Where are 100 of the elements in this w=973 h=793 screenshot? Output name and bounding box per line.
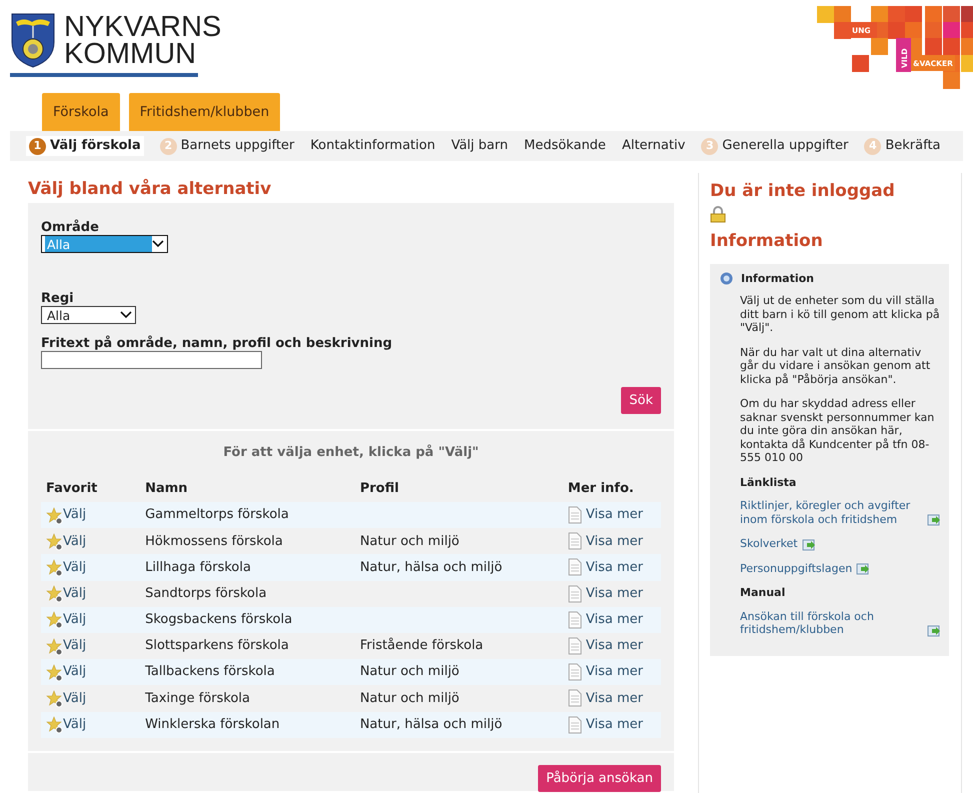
external-link[interactable]: Skolverket bbox=[740, 537, 798, 551]
info-paragraph: När du har valt ut dina alternativ går du vidare i ansökan genom att klicka på "Påbörja ansökan". bbox=[740, 346, 932, 386]
text-field[interactable] bbox=[41, 350, 262, 368]
column-header: Mer info. bbox=[568, 480, 634, 498]
search-button[interactable]: Sök bbox=[621, 386, 661, 414]
external-link[interactable]: Ansökan till förskola och fritidshem/klubben bbox=[740, 610, 920, 637]
section-title: Välj bland våra alternativ bbox=[27, 178, 272, 201]
document-icon bbox=[568, 689, 582, 708]
name-cell-text: Skogsbackens förskola bbox=[145, 611, 292, 630]
hint-text: För att välja enhet, klicka på "Välj" bbox=[222, 444, 480, 462]
step-number: 2 bbox=[160, 138, 177, 154]
profile-cell-text: Natur och miljö bbox=[360, 532, 460, 551]
step-tab[interactable]: 3 Generella uppgifter bbox=[701, 136, 848, 156]
name-cell-text: Taxinge förskola bbox=[145, 690, 250, 708]
step-tab[interactable]: Medsökande bbox=[524, 136, 606, 156]
external-link-icon bbox=[927, 514, 941, 526]
more-info-link[interactable]: Visa mer bbox=[586, 584, 644, 604]
login-status: Du är inte inloggad bbox=[710, 180, 896, 203]
column-header: Favorit bbox=[46, 480, 98, 498]
tab[interactable]: Fritidshem/klubben bbox=[128, 93, 280, 131]
star-icon bbox=[46, 585, 63, 602]
document-icon bbox=[568, 506, 582, 524]
more-info-link[interactable]: Visa mer bbox=[586, 688, 644, 708]
choose-link[interactable]: Välj bbox=[63, 532, 86, 552]
more-info-link[interactable]: Visa mer bbox=[586, 714, 644, 734]
choose-link[interactable]: Välj bbox=[63, 584, 86, 604]
column-header: Profil bbox=[360, 480, 399, 498]
step-tab[interactable]: Alternativ bbox=[622, 136, 686, 156]
step-tab[interactable]: 1 Välj förskola bbox=[26, 136, 144, 156]
choose-link[interactable]: Välj bbox=[63, 688, 86, 708]
name-cell-text: Winklerska förskolan bbox=[145, 716, 280, 734]
more-info-link[interactable]: Visa mer bbox=[586, 558, 644, 578]
document-icon bbox=[568, 558, 582, 576]
step-number: 1 bbox=[29, 138, 46, 154]
name-cell-text: Hökmossens förskola bbox=[145, 532, 283, 551]
profile-cell-text: Natur och miljö bbox=[360, 663, 460, 682]
choose-link[interactable]: Välj bbox=[63, 610, 86, 630]
star-icon bbox=[46, 506, 63, 524]
star-icon bbox=[46, 690, 63, 707]
step-number: 3 bbox=[701, 138, 718, 154]
info-paragraph: Välj ut de enheter som du vill ställa ditt barn i kö till genom att klicka på "Välj". bbox=[740, 294, 941, 335]
name-cell-text: Lillhaga förskola bbox=[145, 558, 251, 577]
start-application-button[interactable]: Påbörja ansökan bbox=[538, 764, 661, 792]
name-cell-text: Sandtorps förskola bbox=[145, 584, 267, 603]
profile-cell-text: Natur, hälsa och miljö bbox=[360, 716, 502, 734]
chevron-down-icon bbox=[120, 310, 132, 318]
help-icon bbox=[720, 272, 733, 285]
choose-link[interactable]: Välj bbox=[63, 558, 86, 578]
section-heading: Information bbox=[710, 230, 824, 254]
name-cell-text: Slottsparkens förskola bbox=[145, 637, 289, 656]
choose-link[interactable]: Välj bbox=[63, 662, 86, 682]
external-link-icon bbox=[802, 538, 816, 551]
name-cell-text: Gammeltorps förskola bbox=[145, 506, 289, 524]
more-info-link[interactable]: Visa mer bbox=[586, 636, 644, 656]
more-info-link[interactable]: Visa mer bbox=[586, 662, 644, 682]
field-label: Område bbox=[41, 220, 100, 234]
step-tab[interactable]: Välj barn bbox=[451, 136, 508, 156]
document-icon bbox=[568, 610, 582, 629]
star-icon bbox=[46, 532, 63, 550]
document-icon bbox=[568, 716, 582, 734]
field-label: Fritext på område, namn, profil och beskrivning bbox=[41, 336, 394, 350]
document-icon bbox=[568, 663, 582, 682]
dropdown[interactable]: Alla bbox=[41, 306, 136, 324]
choose-link[interactable]: Välj bbox=[63, 714, 86, 734]
box-title: Information bbox=[741, 272, 814, 286]
star-icon bbox=[46, 558, 63, 576]
external-link-icon bbox=[856, 563, 870, 576]
list-heading: Länklista bbox=[740, 476, 798, 490]
more-info-link[interactable]: Visa mer bbox=[586, 532, 644, 552]
logo-text: NYKVARNS bbox=[64, 14, 222, 41]
tab[interactable]: Förskola bbox=[42, 93, 120, 131]
star-icon bbox=[46, 611, 63, 628]
external-link-icon bbox=[927, 624, 941, 637]
coat-of-arms-icon bbox=[10, 12, 56, 68]
step-number: 4 bbox=[864, 138, 882, 154]
step-tab[interactable]: 4 Bekräfta bbox=[864, 136, 941, 156]
choose-link[interactable]: Välj bbox=[63, 505, 86, 525]
choose-link[interactable]: Välj bbox=[63, 636, 86, 656]
more-info-link[interactable]: Visa mer bbox=[586, 610, 644, 630]
document-icon bbox=[568, 584, 582, 603]
logo-text: KOMMUN bbox=[64, 41, 198, 68]
chevron-down-icon bbox=[152, 240, 164, 248]
lock-icon bbox=[710, 206, 726, 223]
list-heading: Manual bbox=[740, 586, 786, 600]
profile-cell-text: Natur, hälsa och miljö bbox=[360, 558, 502, 577]
step-tab[interactable]: Kontaktinformation bbox=[310, 136, 436, 156]
more-info-link[interactable]: Visa mer bbox=[586, 505, 644, 525]
document-icon bbox=[568, 637, 582, 656]
info-paragraph: Om du har skyddad adress eller saknar svenskt personnummer kan du inte göra din ansökan här, kontakta då Kundcenter på tfn 08-555 010 00 bbox=[740, 397, 936, 465]
star-icon bbox=[46, 716, 63, 734]
document-icon bbox=[568, 532, 582, 550]
column-header: Namn bbox=[145, 480, 188, 498]
profile-cell-text: Fristående förskola bbox=[360, 636, 484, 656]
star-icon bbox=[46, 638, 63, 655]
name-cell-text: Tallbackens förskola bbox=[145, 663, 275, 682]
external-link[interactable]: Riktlinjer, köregler och avgifter inom förskola och fritidshem bbox=[740, 499, 920, 526]
external-link[interactable]: Personuppgiftslagen bbox=[740, 562, 852, 576]
step-tab[interactable]: 2 Barnets uppgifter bbox=[160, 136, 294, 156]
field-label: Regi bbox=[41, 290, 75, 306]
profile-cell-text: Natur och miljö bbox=[360, 690, 460, 708]
